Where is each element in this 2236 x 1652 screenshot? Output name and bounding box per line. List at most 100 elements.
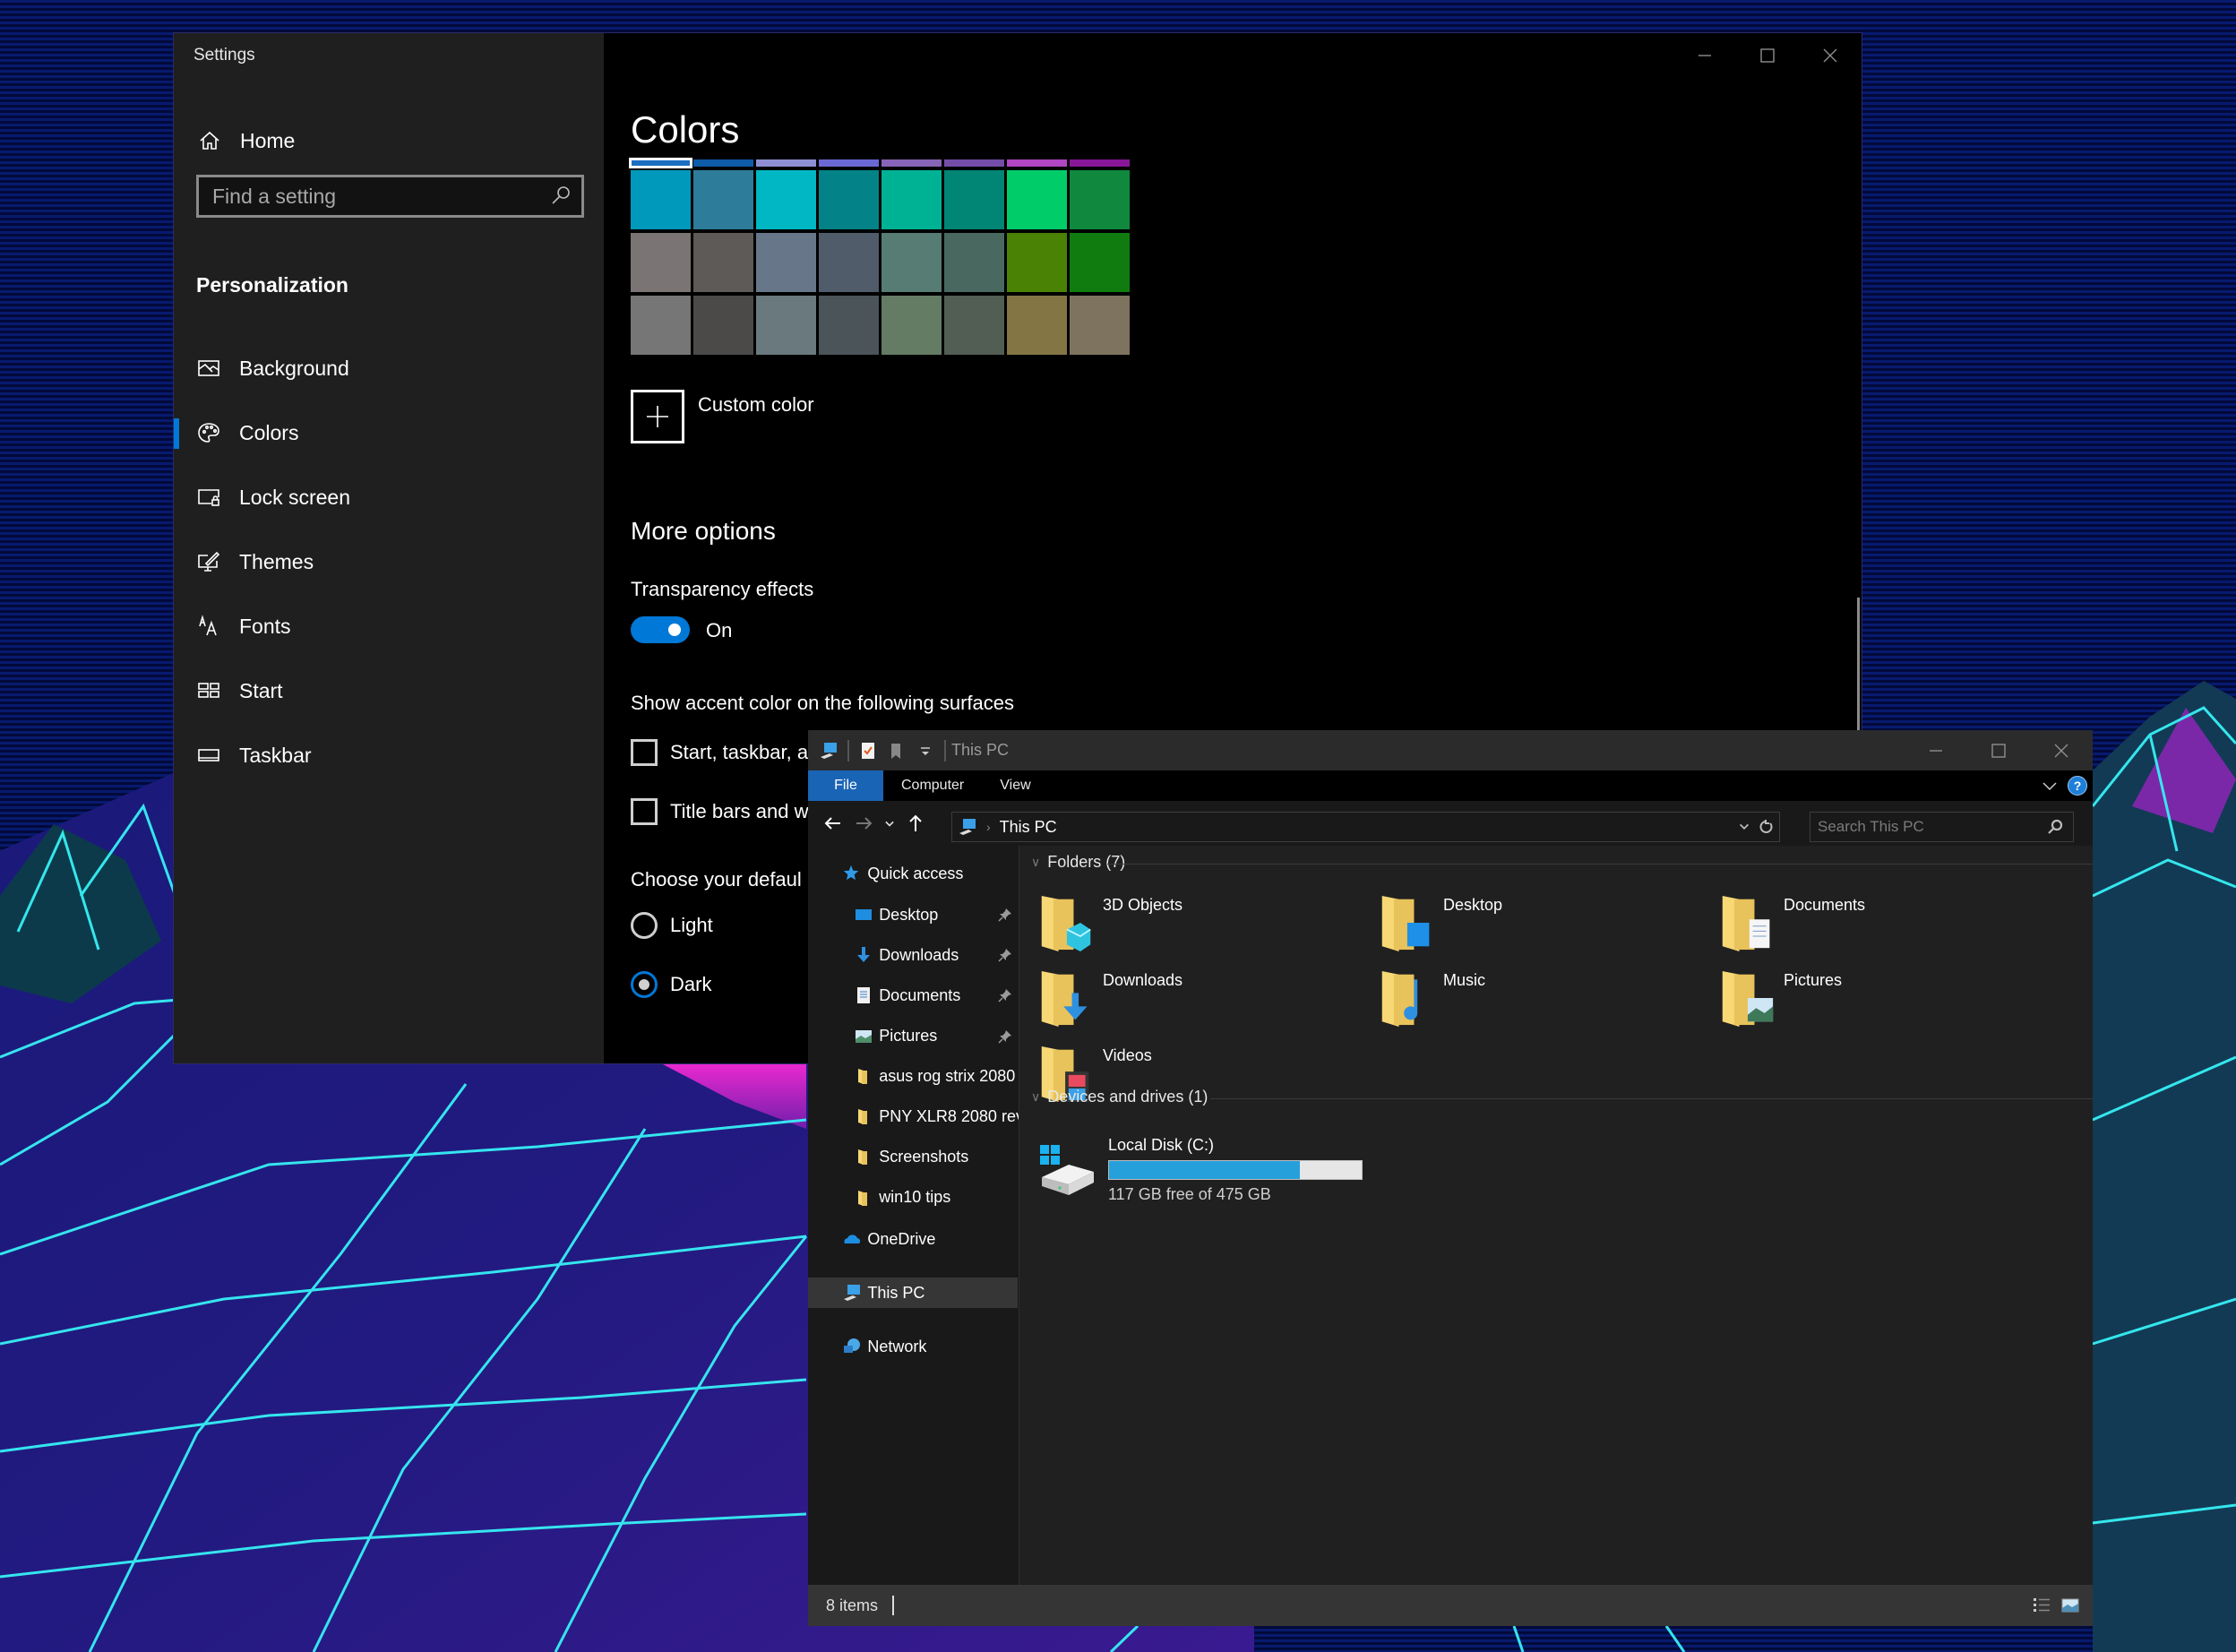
accent-swatch[interactable] [1070,296,1130,355]
customize-toolbar-dropdown-icon[interactable] [916,741,935,761]
nav-item-lock-screen[interactable]: Lock screen [174,465,604,529]
nav-pane-recent-folder[interactable]: asus rog strix 2080 r [808,1061,1019,1091]
accent-swatch[interactable] [944,159,1004,167]
forward-button[interactable] [851,811,876,836]
address-dropdown-icon[interactable] [1738,821,1750,833]
close-button[interactable] [2030,730,2093,770]
details-view-icon[interactable] [2032,1596,2051,1615]
title-bars-checkbox-row[interactable]: Title bars and w [631,798,808,825]
folder-tile[interactable]: 3D Objects [1038,891,1379,962]
nav-item-taskbar[interactable]: Taskbar [174,723,604,787]
tab-view[interactable]: View [982,770,1048,801]
accent-swatch[interactable] [693,233,753,292]
transparency-toggle[interactable] [631,616,690,643]
nav-item-fonts[interactable]: Fonts [174,594,604,658]
nav-pane-pinned-item[interactable]: Desktop [808,899,1018,930]
refresh-icon[interactable] [1758,819,1774,835]
nav-item-start[interactable]: Start [174,658,604,723]
nav-pane-this-pc[interactable]: This PC [808,1278,1018,1308]
help-button[interactable]: ? [2068,776,2087,796]
maximize-button[interactable] [1967,730,2030,770]
accent-swatch[interactable] [693,170,753,229]
nav-item-themes[interactable]: Themes [174,529,604,594]
custom-color-button[interactable]: Custom color [631,390,814,443]
back-button[interactable] [821,811,846,836]
properties-icon[interactable] [858,741,878,761]
accent-swatch[interactable] [1007,233,1067,292]
devices-group-header[interactable]: ∨ Devices and drives (1) [1031,1088,2093,1106]
start-taskbar-checkbox[interactable] [631,739,658,766]
breadcrumb-chevron[interactable]: › [986,820,991,834]
nav-pane-network[interactable]: Network [808,1331,1018,1362]
tab-computer[interactable]: Computer [883,770,982,801]
accent-swatch[interactable] [819,159,879,167]
accent-swatch[interactable] [693,296,753,355]
folders-group-header[interactable]: ∨ Folders (7) [1031,853,2093,872]
folder-tile[interactable]: Desktop [1379,891,1719,962]
accent-swatch[interactable] [819,296,879,355]
accent-swatch[interactable] [819,233,879,292]
nav-pane-pinned-item[interactable]: Pictures [808,1021,1018,1052]
light-mode-radio-row[interactable]: Light [631,912,713,939]
accent-swatch[interactable] [944,170,1004,229]
accent-swatch[interactable] [882,159,942,167]
nav-pane-recent-folder[interactable]: Screenshots [808,1141,1018,1172]
dark-mode-radio-row[interactable]: Dark [631,971,711,998]
nav-pane-pinned-item[interactable]: Documents [808,980,1018,1011]
accent-swatch[interactable] [882,233,942,292]
explorer-search-input[interactable] [1818,818,2046,836]
up-button[interactable] [903,811,928,836]
folder-tile[interactable]: Documents [1719,891,2060,962]
folder-tile[interactable]: Downloads [1038,966,1379,1037]
home-nav-item[interactable]: Home [197,119,573,162]
nav-pane-recent-folder[interactable]: win10 tips [808,1183,1018,1213]
find-setting-search[interactable] [196,175,584,218]
accent-swatch[interactable] [882,170,942,229]
close-button[interactable] [1799,33,1862,78]
nav-pane-pinned-item[interactable]: Downloads [808,940,1018,970]
light-radio[interactable] [631,912,658,939]
nav-item-background[interactable]: Background [174,336,604,400]
accent-swatch[interactable] [629,158,692,168]
accent-swatch[interactable] [756,233,816,292]
accent-swatch[interactable] [1007,159,1067,167]
accent-swatch[interactable] [944,233,1004,292]
accent-swatch[interactable] [1070,170,1130,229]
accent-swatch[interactable] [1070,233,1130,292]
expand-ribbon-icon[interactable] [2041,777,2059,795]
maximize-button[interactable] [1736,33,1799,78]
accent-swatch[interactable] [756,296,816,355]
nav-item-colors[interactable]: Colors [174,400,604,465]
accent-swatch[interactable] [756,170,816,229]
drive-local-disk-c[interactable]: Local Disk (C:) 117 GB free of 475 GB [1038,1132,1363,1204]
dark-radio[interactable] [631,971,658,998]
address-bar[interactable]: › This PC [951,812,1780,842]
find-setting-input[interactable] [212,184,547,209]
folder-tile[interactable]: Music [1379,966,1719,1037]
large-icons-view-icon[interactable] [2060,1596,2080,1615]
folder-tile[interactable]: Pictures [1719,966,2060,1037]
onedrive-icon [842,1229,862,1249]
title-bars-checkbox[interactable] [631,798,658,825]
recent-locations-button[interactable] [882,811,898,836]
address-path[interactable]: This PC [1000,818,1057,837]
explorer-search-box[interactable] [1810,812,2074,842]
minimize-button[interactable] [1905,730,1967,770]
accent-swatch[interactable] [693,159,753,167]
nav-pane-quick-access[interactable]: Quick access [808,858,1018,889]
accent-swatch[interactable] [882,296,942,355]
nav-pane-onedrive[interactable]: OneDrive [808,1224,1018,1254]
tab-file[interactable]: File [808,770,883,801]
accent-swatch[interactable] [631,296,691,355]
accent-swatch[interactable] [1070,159,1130,167]
accent-swatch[interactable] [944,296,1004,355]
accent-swatch[interactable] [1007,170,1067,229]
accent-swatch[interactable] [756,159,816,167]
accent-swatch[interactable] [1007,296,1067,355]
accent-swatch[interactable] [819,170,879,229]
new-folder-icon[interactable] [887,741,907,761]
accent-swatch[interactable] [631,233,691,292]
minimize-button[interactable] [1673,33,1736,78]
accent-swatch[interactable] [631,170,691,229]
nav-pane-recent-folder[interactable]: PNY XLR8 2080 revi [808,1101,1019,1131]
